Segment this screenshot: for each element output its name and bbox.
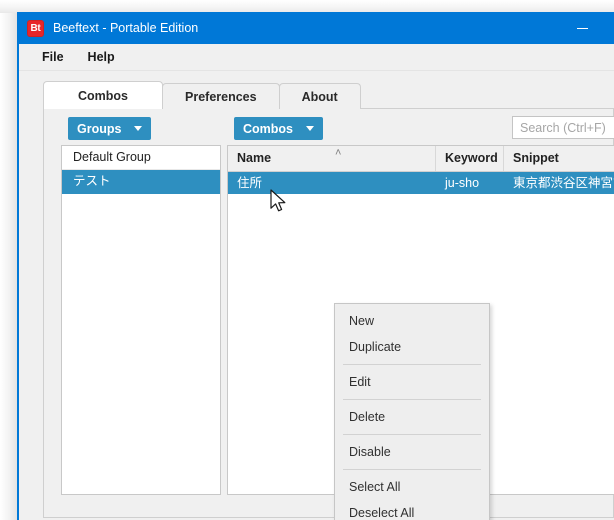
minimize-button[interactable]: [560, 12, 605, 44]
column-header-name-label: Name: [237, 151, 272, 165]
table-row[interactable]: 住所 ju-sho 東京都渋谷区神宮前: [228, 172, 614, 194]
context-menu-item-new[interactable]: New: [335, 308, 489, 334]
group-list-item[interactable]: Default Group: [62, 146, 220, 170]
tab-pane-combos: Groups Combos Default Group テスト: [43, 108, 614, 520]
column-header-name[interactable]: Name ˄: [228, 146, 436, 171]
tab-combos[interactable]: Combos: [43, 81, 163, 109]
groups-list[interactable]: Default Group テスト: [61, 145, 221, 495]
toolbar: Groups Combos: [44, 109, 614, 142]
menu-item-file[interactable]: File: [33, 47, 73, 67]
cell-snippet: 東京都渋谷区神宮前: [513, 176, 614, 190]
table-header-row: Name ˄ Keyword Snippet: [228, 146, 614, 172]
app-icon: Bt: [27, 19, 44, 37]
context-menu-separator: [343, 399, 481, 400]
cell-name: 住所: [237, 176, 263, 190]
combos-button-label: Combos: [243, 121, 293, 136]
client-area: Combos Preferences About Groups Combos S…: [19, 71, 614, 520]
context-menu: New Duplicate Edit Delete Disable Select…: [334, 303, 490, 520]
window-title: Beeftext - Portable Edition: [53, 21, 199, 35]
context-menu-separator: [343, 364, 481, 365]
column-header-keyword[interactable]: Keyword: [436, 146, 504, 171]
groups-button-label: Groups: [77, 121, 122, 136]
desktop-background-left: [0, 0, 17, 520]
window-controls: [560, 12, 605, 44]
context-menu-item-select-all[interactable]: Select All: [335, 474, 489, 500]
context-menu-separator: [343, 469, 481, 470]
group-list-item[interactable]: テスト: [62, 170, 220, 194]
title-bar: Bt Beeftext - Portable Edition: [19, 12, 614, 44]
cell-keyword: ju-sho: [445, 176, 480, 190]
application-window: Bt Beeftext - Portable Edition File Help…: [17, 12, 614, 520]
chevron-down-icon: [306, 126, 314, 131]
context-menu-separator: [343, 434, 481, 435]
sort-ascending-icon: ˄: [335, 147, 342, 159]
screen: Bt Beeftext - Portable Edition File Help…: [0, 0, 614, 520]
column-header-snippet[interactable]: Snippet: [504, 146, 614, 171]
context-menu-item-delete[interactable]: Delete: [335, 404, 489, 430]
chevron-down-icon: [134, 126, 143, 131]
menu-bar: File Help: [19, 44, 614, 71]
context-menu-item-duplicate[interactable]: Duplicate: [335, 334, 489, 360]
groups-dropdown-button[interactable]: Groups: [68, 117, 152, 140]
context-menu-item-deselect-all[interactable]: Deselect All: [335, 500, 489, 520]
tab-preferences[interactable]: Preferences: [162, 83, 280, 109]
tab-about[interactable]: About: [278, 83, 361, 109]
minimize-icon: [577, 27, 588, 29]
search-input[interactable]: [512, 116, 614, 139]
context-menu-item-disable[interactable]: Disable: [335, 439, 489, 465]
context-menu-item-edit[interactable]: Edit: [335, 369, 489, 395]
combos-dropdown-button[interactable]: Combos: [234, 117, 323, 140]
menu-item-help[interactable]: Help: [79, 47, 124, 67]
tab-strip: Combos Preferences About: [43, 81, 614, 109]
